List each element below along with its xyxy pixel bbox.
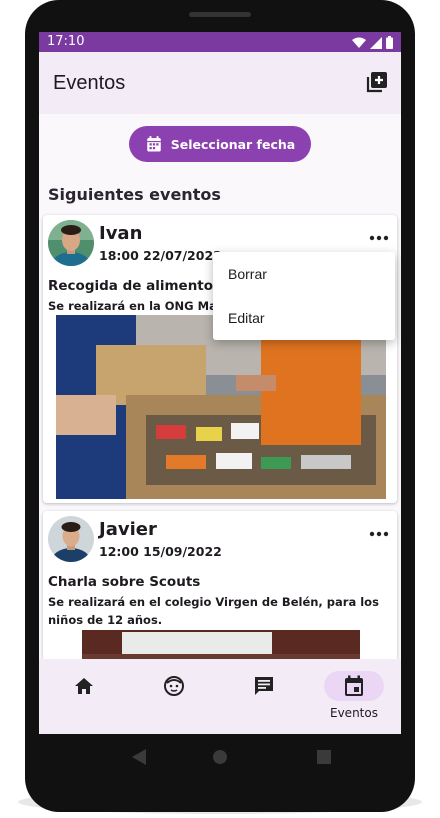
status-time: 17:10: [47, 34, 85, 49]
event-datetime: 18:00 22/07/2022: [99, 248, 222, 263]
event-photo: [82, 630, 360, 659]
recents-icon[interactable]: [317, 750, 331, 764]
event-photo: [56, 315, 386, 499]
nav-item-home[interactable]: [39, 659, 129, 734]
back-icon[interactable]: [132, 749, 146, 765]
event-datetime: 12:00 15/09/2022: [99, 544, 222, 559]
menu-item-delete[interactable]: Borrar: [213, 252, 395, 296]
app-screen: 17:10 Eventos Seleccionar fecha Siguient…: [39, 32, 401, 734]
device-frame: 17:10 Eventos Seleccionar fecha Siguient…: [25, 0, 415, 812]
system-navigation-bar: [39, 734, 401, 780]
calendar-icon: [147, 136, 161, 152]
nav-label-events: Eventos: [330, 706, 378, 720]
more-options-icon[interactable]: [369, 233, 389, 243]
home-icon: [75, 678, 93, 694]
select-date-button[interactable]: Seleccionar fecha: [129, 126, 311, 162]
home-button-icon[interactable]: [213, 750, 227, 764]
wifi-icon: [352, 37, 366, 48]
menu-item-edit[interactable]: Editar: [213, 296, 395, 340]
avatar: [48, 516, 94, 562]
event-user-name: Javier: [99, 519, 157, 540]
calendar-icon: [345, 675, 363, 696]
signal-icon: [370, 36, 382, 49]
bottom-navigation: Eventos: [39, 659, 401, 734]
nav-item-chat[interactable]: [219, 659, 309, 734]
event-card[interactable]: Javier 12:00 15/09/2022 Charla sobre Sco…: [43, 511, 397, 659]
chat-icon: [255, 677, 273, 695]
event-title: Recogida de alimentos: [48, 278, 222, 294]
event-description: Se realizará en el colegio Virgen de Bel…: [48, 595, 379, 627]
select-date-label: Seleccionar fecha: [170, 136, 296, 152]
options-menu: Borrar Editar: [213, 252, 395, 340]
battery-icon: [386, 36, 393, 49]
app-bar: Eventos: [39, 52, 401, 114]
event-user-name: Ivan: [99, 223, 143, 244]
nav-item-events[interactable]: Eventos: [309, 659, 399, 734]
more-options-icon[interactable]: [369, 529, 389, 539]
status-icons: [352, 36, 393, 49]
nav-item-profile[interactable]: [129, 659, 219, 734]
status-bar: 17:10: [39, 32, 401, 52]
section-title: Siguientes eventos: [48, 185, 221, 204]
face-icon: [164, 676, 184, 696]
add-event-icon[interactable]: [365, 70, 389, 94]
speaker: [189, 12, 251, 17]
event-title: Charla sobre Scouts: [48, 574, 201, 590]
avatar: [48, 220, 94, 266]
page-title: Eventos: [53, 72, 126, 94]
events-list[interactable]: Seleccionar fecha Siguientes eventos Iva…: [39, 114, 401, 659]
